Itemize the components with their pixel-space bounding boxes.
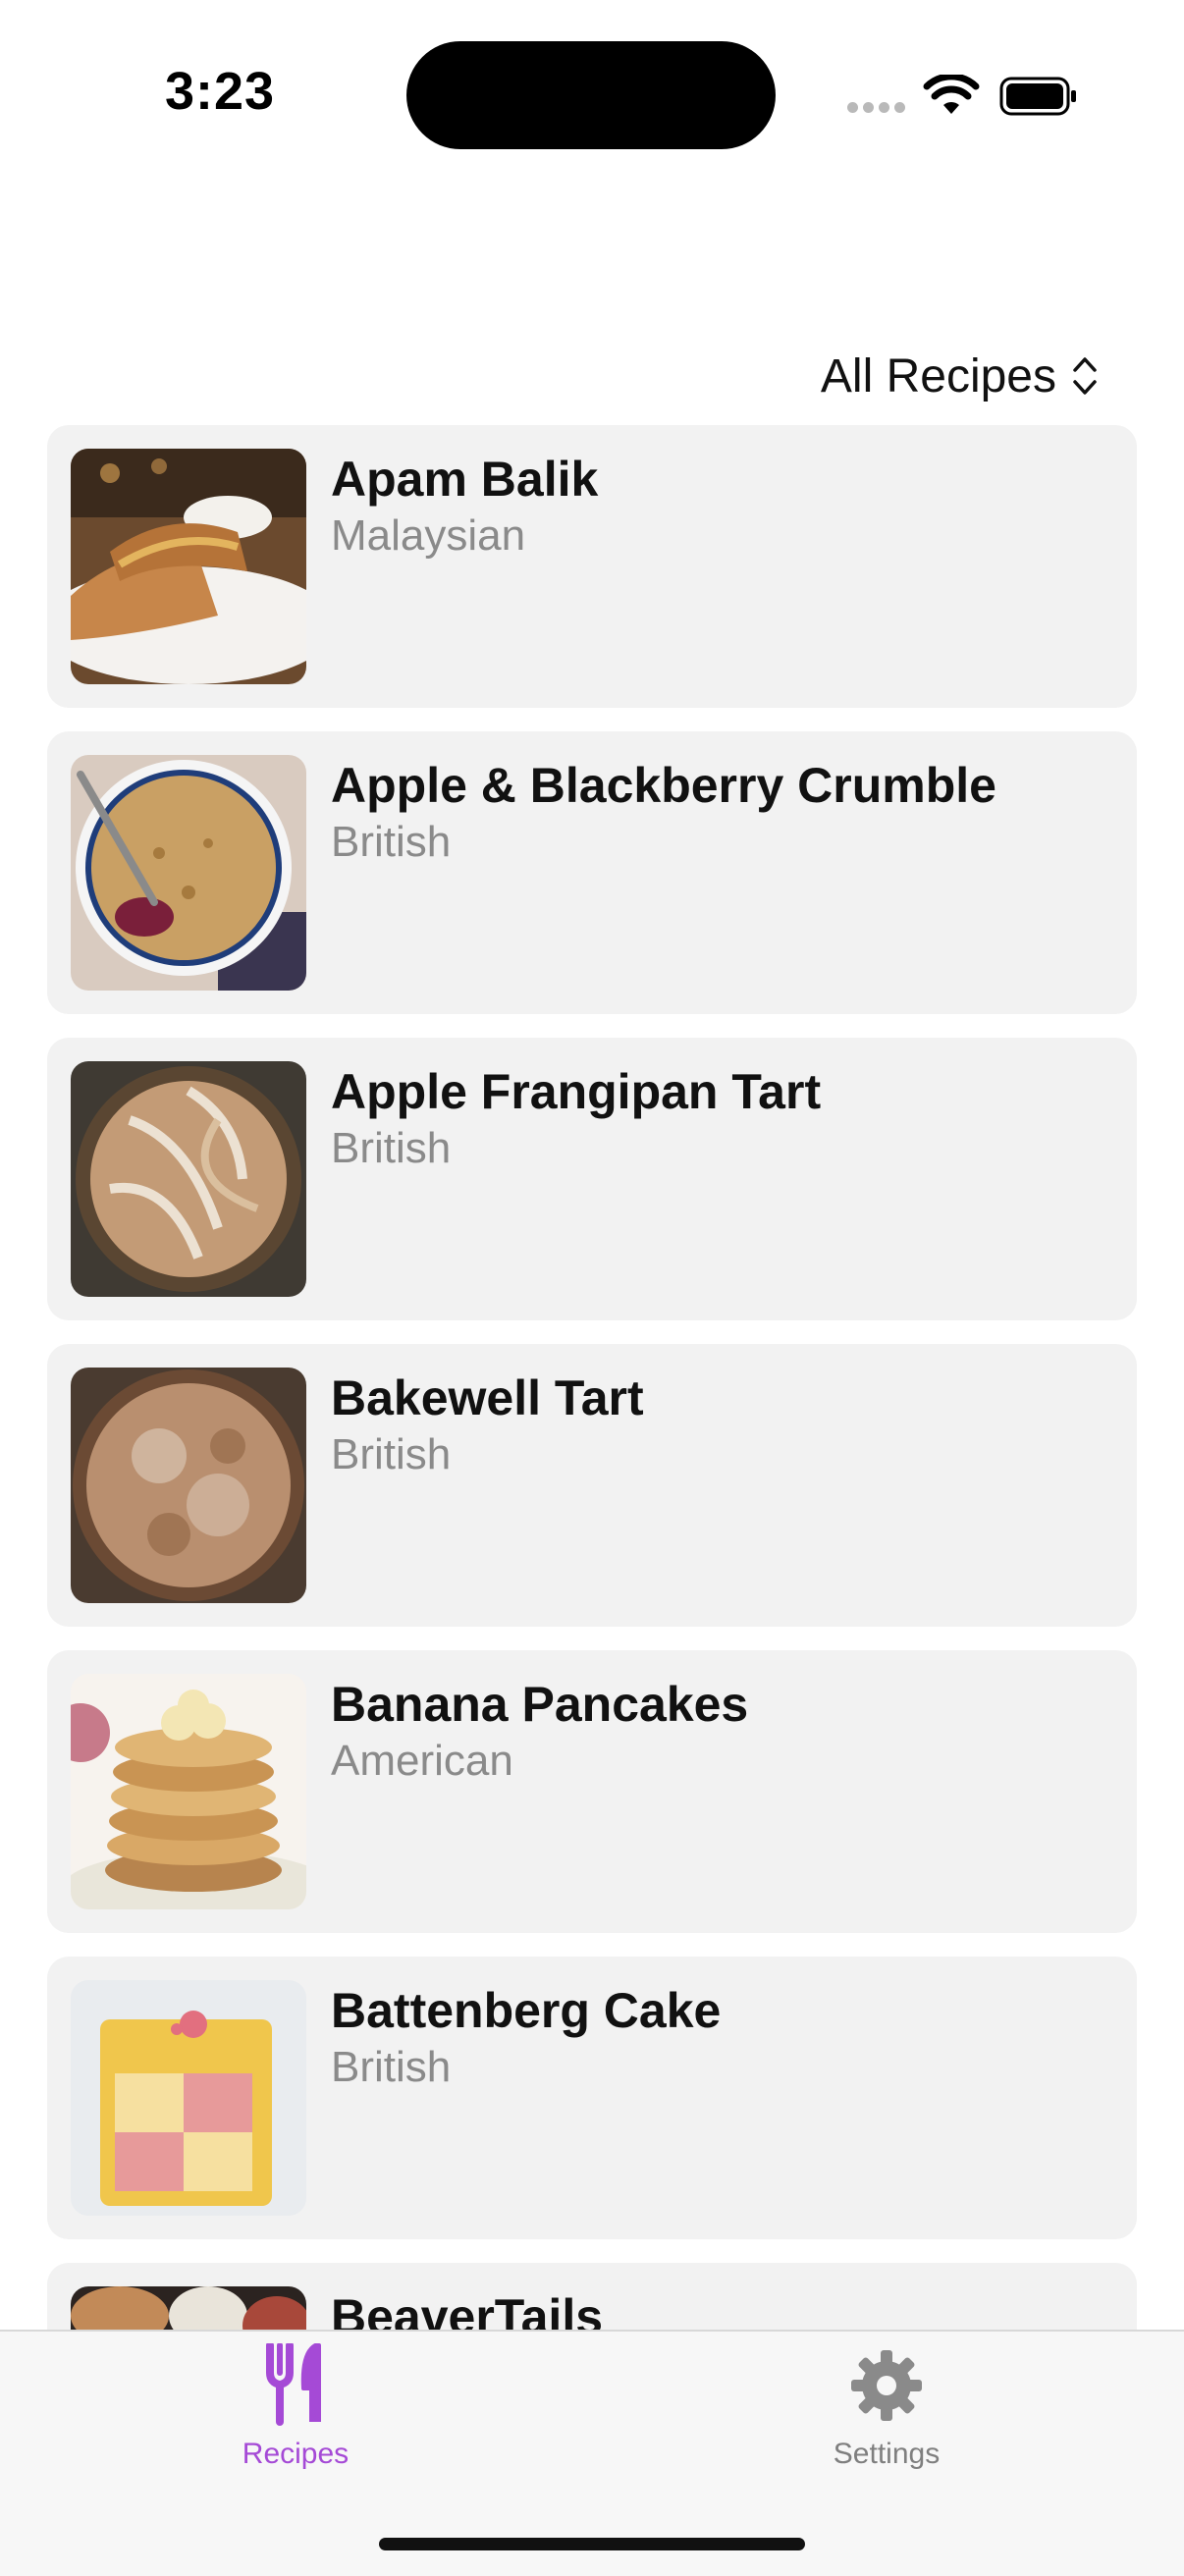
recipe-card[interactable]: Bakewell Tart British [47,1344,1137,1627]
recipe-name: Battenberg Cake [331,1983,722,2038]
recipe-image [71,755,306,991]
recipe-cuisine: American [331,1737,513,1785]
wifi-icon [923,75,980,114]
fork-knife-icon [266,2343,321,2426]
recipe-filter-picker[interactable]: All Recipes [821,344,1098,408]
chevron-up-down-icon [1073,357,1097,395]
recipe-image [71,449,306,684]
battery-icon [999,77,1076,116]
recipe-name: Bakewell Tart [331,1370,644,1425]
recipe-card[interactable]: Apple Frangipan Tart British [47,1038,1137,1320]
home-indicator [379,2538,805,2550]
recipe-name: Apam Balik [331,452,599,507]
status-time: 3:23 [165,62,276,121]
recipe-image [71,1980,306,2216]
gear-icon [851,2350,922,2421]
recipe-cuisine: British [331,1430,452,1478]
recipe-card[interactable]: Apple & Blackberry Crumble British [47,731,1137,1014]
recipe-card[interactable]: Banana Pancakes American [47,1650,1137,1933]
recipe-card[interactable]: Battenberg Cake British [47,1957,1137,2239]
tab-label: Settings [833,2438,941,2470]
recipe-card[interactable]: Apam Balik Malaysian [47,425,1137,708]
tab-settings[interactable]: Settings [739,2332,1034,2479]
recipe-name: Apple & Blackberry Crumble [331,758,996,813]
filter-label: All Recipes [820,349,1056,402]
recipe-cuisine: British [331,1124,452,1172]
recipe-name: Banana Pancakes [331,1677,749,1732]
status-bar: 3:23 [0,0,1184,187]
recipe-image [71,1674,306,1909]
recipe-cuisine: Malaysian [331,511,526,560]
recipe-cuisine: British [331,2043,452,2091]
recipe-name: Apple Frangipan Tart [331,1064,822,1119]
tab-recipes[interactable]: Recipes [148,2332,443,2479]
dynamic-island [406,41,776,149]
recipe-list[interactable]: Apam Balik Malaysian Apple & Blackberry … [47,425,1137,2569]
recipe-image [71,1061,306,1297]
tab-label: Recipes [242,2438,350,2470]
recipe-cuisine: British [331,818,452,866]
recipe-image [71,1368,306,1603]
